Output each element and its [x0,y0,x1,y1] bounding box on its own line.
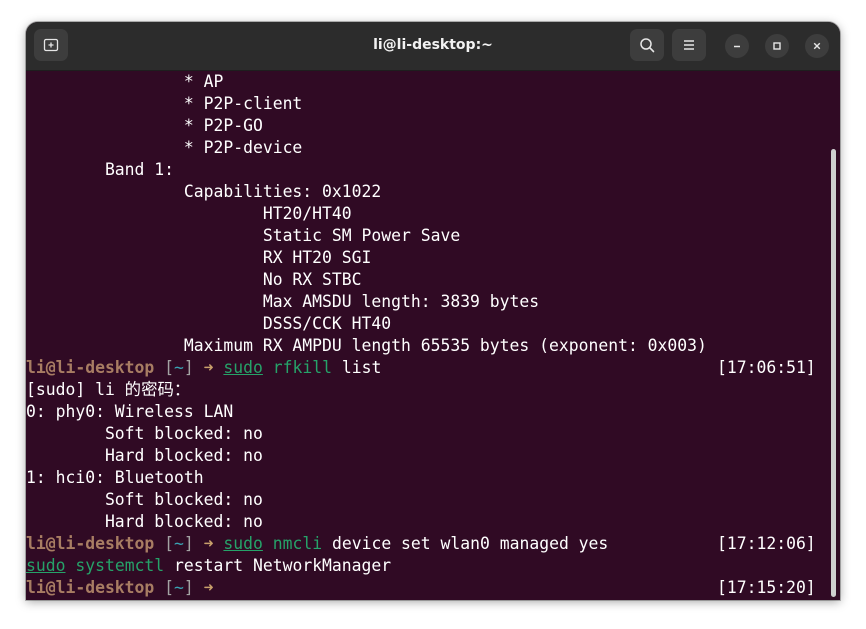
command-args: device set wlan0 managed yes [322,534,609,553]
prompt-user-host: li@li-desktop [26,578,155,597]
prompt-line: li@li-desktop [~] ➜ sudo rfkill list [26,357,381,379]
maximize-icon [773,42,781,50]
prompt-timestamp: [17:12:06] [717,534,816,553]
prompt-dir-close: ] [183,358,194,377]
command-sudo: sudo [223,534,263,553]
output-line: Maximum RX AMPDU length 65535 bytes (exp… [26,336,707,355]
output-line: Soft blocked: no [26,424,263,443]
minimize-button[interactable] [725,34,749,58]
terminal-window: li@li-desktop:~ * AP * P2P-client * P2P-… [26,22,840,600]
output-line: Band 1: [26,160,175,179]
prompt-dir: ~ [174,534,184,553]
minimize-icon [734,45,740,48]
command-program: rfkill [272,358,332,377]
current-prompt-line[interactable]: li@li-desktop [~] ➜ [26,577,223,599]
output-line: * AP [26,72,224,91]
output-line: HT20/HT40 [26,204,352,223]
prompt-line: li@li-desktop [~] ➜ sudo nmcli device se… [26,533,608,555]
prompt-dir-open: [ [154,358,175,377]
prompt-dir-open: [ [154,578,175,597]
command-program: nmcli [272,534,323,553]
prompt-dir-close: ] [183,578,194,597]
output-line: Hard blocked: no [26,512,263,531]
output-line: Hard blocked: no [26,446,263,465]
output-line: * P2P-client [26,94,303,113]
prompt-arrow: ➜ [193,578,224,597]
prompt-timestamp: [17:06:51] [717,358,816,377]
output-line: RX HT20 SGI [26,248,372,267]
prompt-dir: ~ [174,578,184,597]
scrollbar-thumb[interactable] [831,149,836,597]
search-icon [640,38,655,53]
output-line: Capabilities: 0x1022 [26,182,382,201]
output-line: Max AMSDU length: 3839 bytes [26,292,540,311]
prompt-user-host: li@li-desktop [26,358,155,377]
output-line: No RX STBC [26,270,362,289]
prompt-dir: ~ [174,358,184,377]
menu-button[interactable] [672,29,706,61]
output-line: 1: hci0: Bluetooth [26,468,204,487]
output-line: * P2P-device [26,138,303,157]
output-line: 0: phy0: Wireless LAN [26,402,234,421]
prompt-user-host: li@li-desktop [26,534,155,553]
close-icon [813,42,821,50]
command-continuation-line: sudo systemctl restart NetworkManager [26,555,391,577]
output-line: [sudo] li 的密码： [26,380,191,399]
output-line: Soft blocked: no [26,490,263,509]
prompt-arrow: ➜ [193,534,224,553]
prompt-arrow: ➜ [193,358,224,377]
output-line: DSSS/CCK HT40 [26,314,392,333]
output-line: * P2P-GO [26,116,263,135]
close-button[interactable] [805,34,829,58]
prompt-dir-open: [ [154,534,175,553]
terminal-output[interactable]: * AP * P2P-client * P2P-GO * P2P-device … [26,71,840,600]
command-args: restart NetworkManager [164,556,392,575]
title-bar[interactable]: li@li-desktop:~ [26,22,840,71]
command-program: systemctl [75,556,165,575]
hamburger-menu-icon [684,40,694,50]
prompt-dir-close: ] [183,534,194,553]
prompt-timestamp: [17:15:20] [717,578,816,597]
command-args: list [331,358,382,377]
output-line: Static SM Power Save [26,226,461,245]
command-sudo: sudo [26,556,66,575]
window-title: li@li-desktop:~ [373,37,493,53]
search-button[interactable] [630,29,664,61]
command-sudo: sudo [223,358,263,377]
maximize-button[interactable] [765,34,789,58]
